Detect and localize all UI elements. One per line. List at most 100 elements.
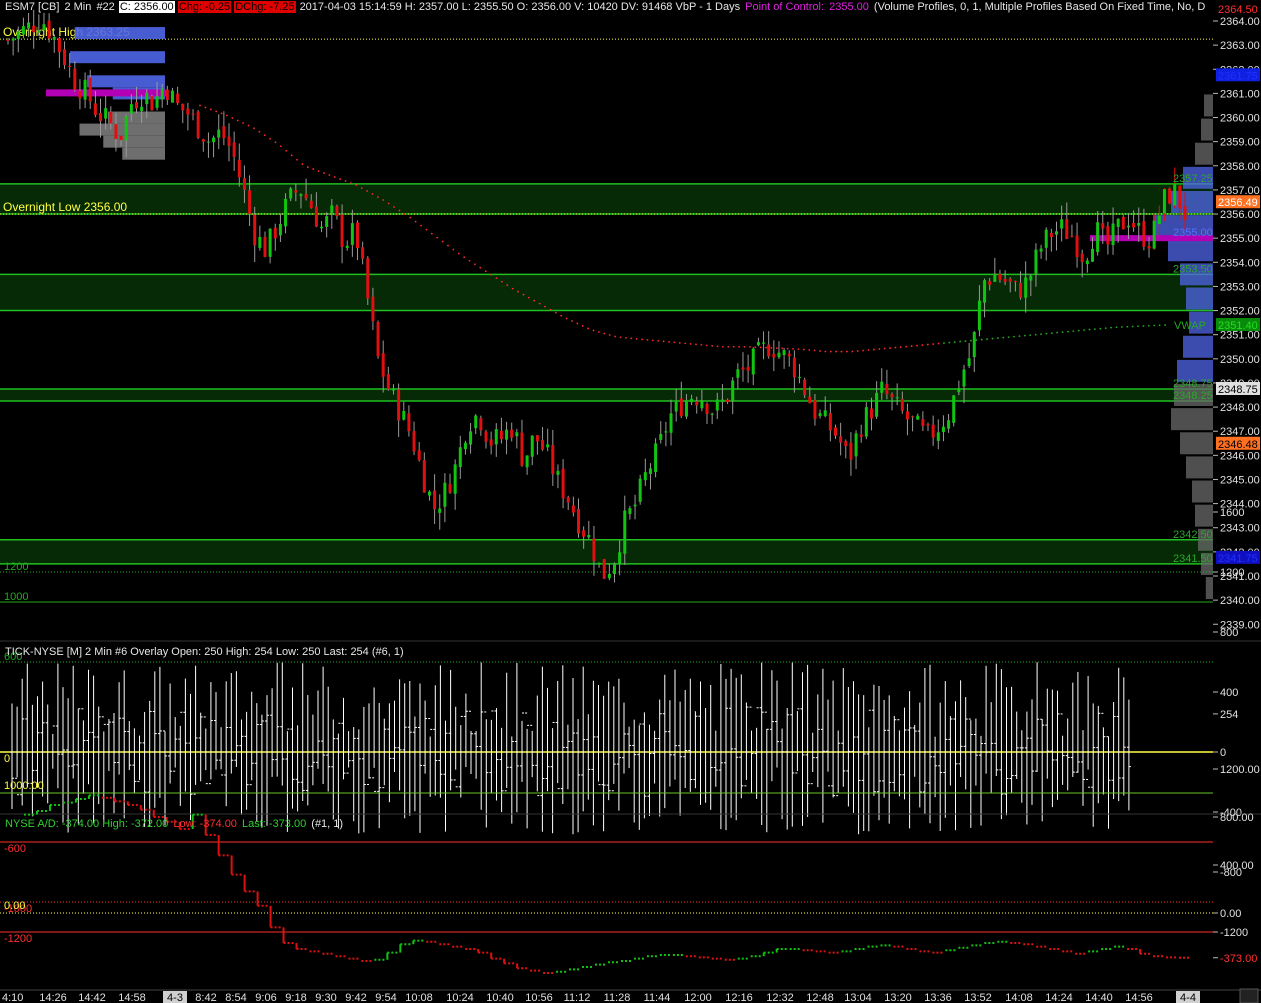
ad-panel-header: NYSE A/D: -374.00 High: -372.00 Low: -37…	[4, 818, 344, 831]
vwap-dot	[571, 320, 573, 322]
candle-body	[1080, 253, 1084, 263]
vwap-dot	[899, 346, 902, 348]
volume-profile-bar	[1195, 142, 1213, 165]
candle-body	[607, 573, 611, 579]
trading-chart[interactable]: 2364.002363.002362.002361.002360.002359.…	[0, 0, 1261, 1003]
candle-body	[1003, 279, 1007, 282]
candle-body	[530, 435, 534, 457]
vwap-label: VWAP	[1174, 320, 1206, 332]
volume-profile-bar	[1205, 577, 1213, 600]
day-change-box: DChg: -7.25	[234, 1, 296, 13]
candle-body	[258, 237, 262, 248]
candle-body	[654, 443, 658, 472]
vwap-dot	[1158, 324, 1161, 327]
candle-body	[823, 410, 827, 417]
candle-body	[443, 482, 447, 507]
y-tick-label: 2340.00	[1220, 595, 1260, 607]
candle-body	[88, 77, 92, 102]
candle-body	[361, 247, 365, 259]
vwap-dot	[226, 114, 228, 117]
vwap-dot	[258, 130, 261, 133]
price-tag: 2348.75	[1218, 384, 1258, 396]
vwap-dot	[835, 350, 838, 353]
vwap-dot	[474, 263, 476, 266]
vwap-dot	[651, 339, 654, 342]
vwap-dot	[975, 339, 978, 341]
candle-body	[448, 484, 452, 493]
y-tick-label: 2352.00	[1220, 306, 1260, 318]
vwap-dot	[846, 350, 848, 353]
vwap-dot	[247, 124, 250, 127]
vwap-dot	[1023, 334, 1026, 337]
vwap-dot	[317, 170, 320, 172]
vwap-dot	[996, 337, 999, 339]
vwap-dot	[937, 342, 940, 345]
candle-body	[402, 410, 406, 420]
tick-y-label: 400	[1220, 687, 1238, 699]
vwap-dot	[1050, 332, 1053, 334]
candle-body	[905, 411, 909, 420]
ad-y-label: 1200.00	[1220, 764, 1260, 776]
vwap-dot	[1072, 330, 1075, 333]
vwap-dot	[970, 339, 972, 342]
symbol-label[interactable]: ESM7 [CB]	[4, 1, 60, 13]
chart-settings-icon	[1239, 988, 1259, 1003]
x-tick-label: 8:54	[225, 992, 246, 1003]
y-tick-label: 2361.00	[1220, 88, 1260, 100]
candle-body	[155, 96, 159, 108]
candle-body	[11, 38, 15, 41]
candle-body	[32, 25, 36, 33]
candle-body	[792, 357, 796, 378]
vwap-dot	[883, 347, 886, 350]
candle-body	[962, 369, 966, 387]
candle-body	[988, 281, 992, 285]
candle-body	[551, 445, 555, 475]
vwap-dot	[1137, 325, 1139, 328]
candle-body	[736, 369, 740, 378]
vwap-dot	[1061, 331, 1064, 334]
candle-body	[21, 26, 25, 35]
candle-body	[376, 321, 380, 357]
y-tick-label: 2343.00	[1220, 523, 1260, 535]
candle-body	[787, 353, 791, 357]
candle-body	[1055, 231, 1059, 235]
candle-body	[124, 116, 128, 141]
candle-body	[756, 342, 760, 346]
volume-profile-bar	[74, 27, 165, 40]
volume-profile-bar	[1195, 504, 1213, 527]
vwap-dot	[775, 347, 778, 350]
candle-body	[669, 413, 673, 433]
vwap-dot	[231, 117, 234, 119]
candle-body	[309, 200, 313, 209]
candle-body	[469, 431, 473, 445]
vwap-dot	[279, 145, 282, 148]
candle-body	[340, 214, 344, 248]
candle-body	[936, 432, 940, 441]
candle-body	[957, 388, 961, 393]
y-tick-label: 2356.00	[1220, 209, 1260, 221]
candle-body	[921, 419, 925, 427]
candle-body	[510, 429, 514, 438]
vwap-dot	[463, 256, 466, 259]
candle-body	[1111, 223, 1115, 246]
candle-body	[345, 245, 349, 249]
vwap-dot	[819, 350, 821, 352]
vwap-dot	[420, 224, 422, 227]
candle-body	[427, 491, 431, 496]
vwap-dot	[1164, 324, 1166, 326]
vwap-dot	[705, 344, 708, 347]
candle-body	[1178, 185, 1182, 209]
vwap-dot	[926, 343, 929, 346]
candle-body	[433, 490, 437, 510]
vwap-dot	[490, 273, 493, 276]
vwap-dot	[296, 158, 298, 161]
vwap-dot	[802, 348, 805, 351]
candle-body	[232, 142, 236, 157]
candle-body	[268, 228, 272, 257]
candle-body	[386, 374, 390, 390]
x-tick-label: 13:52	[964, 992, 992, 1003]
ad-y-label: 400.00	[1220, 860, 1254, 872]
vwap-dot	[522, 293, 525, 296]
candle-body	[577, 509, 581, 534]
candle-body	[160, 88, 164, 100]
